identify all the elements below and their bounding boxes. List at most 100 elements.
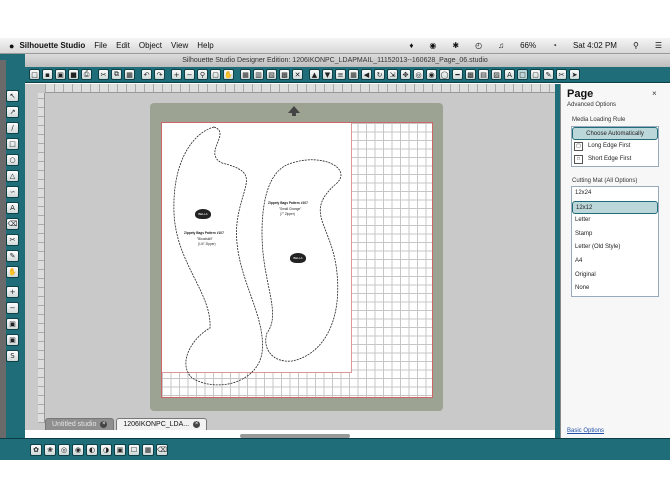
select-all-icon[interactable]: ▦: [240, 69, 251, 80]
zoom-out-icon[interactable]: −: [184, 69, 195, 80]
cut-settings-icon[interactable]: ✂: [556, 69, 567, 80]
status-icon[interactable]: ◉: [429, 41, 436, 50]
print-icon[interactable]: ⎙: [81, 69, 92, 80]
copy-icon[interactable]: ⧉: [111, 69, 122, 80]
trace-icon[interactable]: ◯: [439, 69, 450, 80]
polygon-tool-icon[interactable]: △: [6, 170, 19, 182]
offset-icon[interactable]: ◉: [426, 69, 437, 80]
menu-view[interactable]: View: [171, 41, 188, 50]
app-menu[interactable]: Silhouette Studio: [19, 41, 85, 50]
zoom-in-tool-icon[interactable]: +: [6, 286, 19, 298]
select-tool-icon[interactable]: ↖: [6, 90, 19, 102]
mat-option-original[interactable]: Original: [572, 269, 658, 283]
redo-icon[interactable]: ↷: [154, 69, 165, 80]
move-icon[interactable]: ✥: [400, 69, 411, 80]
eyedropper-tool-icon[interactable]: ✎: [6, 250, 19, 262]
rectangle-tool-icon[interactable]: □: [6, 138, 19, 150]
curve-tool-icon[interactable]: ∽: [6, 186, 19, 198]
rotate-icon[interactable]: ↻: [374, 69, 385, 80]
time-machine-icon[interactable]: ◴: [475, 41, 482, 50]
menu-help[interactable]: Help: [197, 41, 213, 50]
subtract-icon[interactable]: ◐: [86, 443, 98, 456]
text-tool-icon[interactable]: A: [6, 202, 19, 214]
close-tab-icon[interactable]: ×: [100, 421, 108, 428]
new-file-icon[interactable]: □: [29, 69, 40, 80]
line-tool-icon[interactable]: ∕: [6, 122, 19, 134]
zoom-area-icon[interactable]: ⚲: [197, 69, 208, 80]
mirror-icon[interactable]: ◀: [361, 69, 372, 80]
option-long-edge-first[interactable]: ▢ Long Edge First: [572, 140, 658, 153]
apple-menu-icon[interactable]: ●: [9, 41, 14, 51]
delete-icon[interactable]: ✕: [292, 69, 303, 80]
close-tab-icon[interactable]: ×: [193, 421, 201, 428]
mat-option-letter-old-style[interactable]: Letter (Old Style): [572, 241, 658, 255]
release-icon[interactable]: ❀: [44, 443, 56, 456]
mat-option-12x24[interactable]: 12x24: [572, 187, 658, 201]
modify-icon[interactable]: ◎: [413, 69, 424, 80]
group-icon[interactable]: ▥: [253, 69, 264, 80]
wifi-icon[interactable]: ◔: [552, 41, 557, 50]
lock-icon[interactable]: ☐: [128, 443, 140, 456]
volume-icon[interactable]: ♫: [498, 41, 504, 50]
open-file-icon[interactable]: ▪: [42, 69, 53, 80]
send-back-icon[interactable]: ▼: [322, 69, 333, 80]
line-style-icon[interactable]: ━: [452, 69, 463, 80]
zoom-fit-icon[interactable]: ▢: [210, 69, 221, 80]
save-icon[interactable]: ■: [68, 69, 79, 80]
store-tool-icon[interactable]: S: [6, 350, 19, 362]
eraser-tool-icon[interactable]: ⌫: [6, 218, 19, 230]
option-short-edge-first[interactable]: □ Short Edge First: [572, 153, 658, 166]
library-tool-icon[interactable]: ▣: [6, 334, 19, 346]
option-choose-automatically[interactable]: Choose Automatically: [572, 127, 658, 140]
close-panel-icon[interactable]: ×: [652, 90, 660, 98]
crop-icon[interactable]: ▣: [114, 443, 126, 456]
cut-icon[interactable]: ✂: [98, 69, 109, 80]
page-settings-icon[interactable]: □: [517, 69, 528, 80]
zoom-out-tool-icon[interactable]: −: [6, 302, 19, 314]
edit-points-icon[interactable]: ↗: [6, 106, 19, 118]
menu-file[interactable]: File: [94, 41, 107, 50]
tab-current-document[interactable]: 1206IKONPC_LDA... ×: [116, 418, 208, 430]
dropbox-icon[interactable]: ♦: [409, 41, 413, 50]
pen-icon[interactable]: ✎: [543, 69, 554, 80]
clock[interactable]: Sat 4:02 PM: [573, 41, 617, 50]
weld-icon[interactable]: ✿: [30, 443, 42, 456]
page[interactable]: BELLA Zippety Bags Pattern #107 "Bloodsk…: [161, 122, 433, 398]
text-style-icon[interactable]: A: [504, 69, 515, 80]
list-icon[interactable]: ☰: [655, 41, 662, 50]
library-icon[interactable]: ▣: [55, 69, 66, 80]
mat-option-12x12[interactable]: 12x12: [572, 200, 658, 215]
menu-object[interactable]: Object: [139, 41, 162, 50]
fill-color-icon[interactable]: ▩: [465, 69, 476, 80]
ungroup-icon[interactable]: ▧: [266, 69, 277, 80]
duplicate-icon[interactable]: ▩: [279, 69, 290, 80]
trash-icon[interactable]: ⌫: [156, 443, 168, 456]
grid-snap-icon[interactable]: ▦: [142, 443, 154, 456]
battery-label[interactable]: 66%: [520, 41, 536, 50]
knife-tool-icon[interactable]: ✂: [6, 234, 19, 246]
scale-icon[interactable]: ⇲: [387, 69, 398, 80]
point-edit-icon[interactable]: ◉: [72, 443, 84, 456]
registration-icon[interactable]: ▢: [530, 69, 541, 80]
paste-icon[interactable]: ▦: [124, 69, 135, 80]
intersect-icon[interactable]: ◑: [100, 443, 112, 456]
menu-edit[interactable]: Edit: [116, 41, 130, 50]
send-to-cutter-icon[interactable]: ➤: [569, 69, 580, 80]
search-icon[interactable]: ⚲: [633, 41, 639, 50]
mat-option-letter[interactable]: Letter: [572, 214, 658, 228]
undo-icon[interactable]: ↶: [141, 69, 152, 80]
mat-option-a4[interactable]: A4: [572, 255, 658, 269]
bring-front-icon[interactable]: ▲: [309, 69, 320, 80]
zoom-in-icon[interactable]: +: [171, 69, 182, 80]
mat-option-none[interactable]: None: [572, 282, 658, 296]
bluetooth-icon[interactable]: ✱: [452, 41, 459, 50]
basic-options-link[interactable]: Basic Options: [567, 428, 604, 434]
align-icon[interactable]: ≡: [335, 69, 346, 80]
zoom-fit-tool-icon[interactable]: ▣: [6, 318, 19, 330]
ellipse-tool-icon[interactable]: ○: [6, 154, 19, 166]
replicate-icon[interactable]: ▦: [348, 69, 359, 80]
tab-untitled[interactable]: Untitled studio ×: [45, 418, 115, 430]
pattern-icon[interactable]: ▨: [491, 69, 502, 80]
left-bag-outline[interactable]: [173, 126, 263, 386]
gradient-icon[interactable]: ▤: [478, 69, 489, 80]
